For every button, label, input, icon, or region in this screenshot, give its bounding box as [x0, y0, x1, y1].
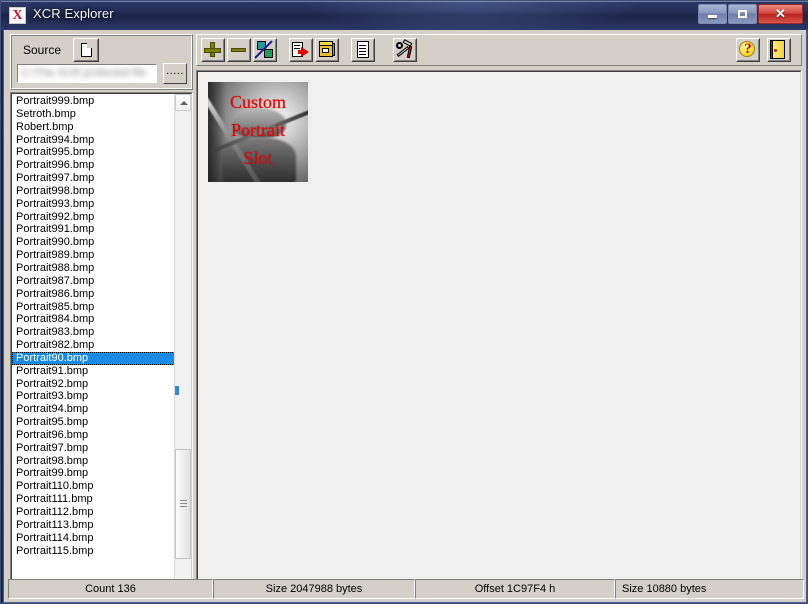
file-list-item[interactable]: Portrait112.bmp — [12, 506, 175, 519]
export-icon — [290, 39, 312, 61]
maximize-button[interactable] — [728, 4, 757, 24]
source-path-input[interactable]: C:\The XCR protected file — [17, 64, 157, 83]
file-list-item[interactable]: Portrait988.bmp — [12, 262, 175, 275]
file-list-item[interactable]: Portrait115.bmp — [12, 545, 175, 558]
exit-door-icon — [768, 39, 790, 61]
toolbar-separator — [381, 39, 382, 61]
scroll-up-button[interactable] — [175, 94, 191, 111]
file-list-item[interactable]: Portrait96.bmp — [12, 429, 175, 442]
source-file-button[interactable] — [73, 38, 99, 62]
toolbar-separator — [283, 39, 284, 61]
application-window: X XCR Explorer ✕ Source C:\The XCR prote… — [0, 0, 808, 604]
file-list-item[interactable]: Portrait997.bmp — [12, 172, 175, 185]
tools-icon — [394, 39, 416, 61]
file-list-item[interactable]: Portrait91.bmp — [12, 365, 175, 378]
status-offset: Offset 1C97F4 h — [415, 579, 615, 599]
close-icon: ✕ — [775, 6, 786, 21]
file-list-item[interactable]: Portrait994.bmp — [12, 134, 175, 147]
toolbar-info-button[interactable] — [351, 38, 375, 62]
file-list-item[interactable]: Portrait111.bmp — [12, 493, 175, 506]
minimize-icon — [699, 5, 726, 23]
status-bar: Count 136 Size 2047988 bytes Offset 1C97… — [8, 579, 804, 599]
file-list[interactable]: Portrait999.bmp Setroth.bmp Robert.bmp Port… — [12, 94, 175, 596]
file-list-item[interactable]: Portrait94.bmp — [12, 403, 175, 416]
file-list-item[interactable]: Portrait95.bmp — [12, 416, 175, 429]
minus-icon — [228, 39, 250, 61]
scrollbar-grip-icon — [180, 500, 187, 507]
toolbar-help-button[interactable]: ? — [736, 38, 760, 62]
toolbar: ? — [196, 34, 802, 66]
help-icon: ? — [737, 39, 759, 61]
swap-icon — [254, 39, 276, 61]
toolbar-add-button[interactable] — [201, 38, 225, 62]
document-icon — [352, 39, 374, 61]
file-list-item[interactable]: Portrait987.bmp — [12, 275, 175, 288]
file-list-scrollbar[interactable] — [174, 94, 191, 596]
file-list-item[interactable]: Portrait986.bmp — [12, 288, 175, 301]
file-list-item[interactable]: Robert.bmp — [12, 121, 175, 134]
file-list-item[interactable]: Portrait983.bmp — [12, 326, 175, 339]
toolbar-export-button[interactable] — [289, 38, 313, 62]
file-list-item[interactable]: Portrait985.bmp — [12, 301, 175, 314]
file-list-item[interactable]: Portrait110.bmp — [12, 480, 175, 493]
toolbar-separator — [345, 39, 346, 61]
file-list-item[interactable]: Portrait114.bmp — [12, 532, 175, 545]
file-list-item[interactable]: Portrait999.bmp — [12, 95, 175, 108]
file-list-item[interactable]: Portrait998.bmp — [12, 185, 175, 198]
source-group-box: Source C:\The XCR protected file ..... — [10, 34, 193, 90]
status-count: Count 136 — [8, 579, 213, 599]
file-list-item[interactable]: Portrait92.bmp — [12, 378, 175, 391]
status-entry-size: Size 10880 bytes — [615, 579, 804, 599]
chevron-up-icon — [180, 101, 188, 105]
browse-button[interactable]: ..... — [163, 63, 187, 84]
app-icon: X — [9, 7, 26, 24]
file-list-item[interactable]: Portrait99.bmp — [12, 467, 175, 480]
file-list-item[interactable]: Portrait991.bmp — [12, 223, 175, 236]
preview-panel: Custom Portrait Slot — [196, 70, 802, 598]
preview-panel-bevel: Custom Portrait Slot — [197, 71, 801, 597]
window-title: XCR Explorer — [33, 6, 114, 21]
status-total-size: Size 2047988 bytes — [213, 579, 415, 599]
file-list-item[interactable]: Portrait996.bmp — [12, 159, 175, 172]
toolbar-exit-button[interactable] — [767, 38, 791, 62]
plus-icon — [202, 39, 224, 61]
file-list-item[interactable]: Portrait93.bmp — [12, 390, 175, 403]
file-list-item[interactable]: Portrait982.bmp — [12, 339, 175, 352]
toolbar-tools-button[interactable] — [393, 38, 417, 62]
scrollbar-thumb[interactable] — [175, 449, 191, 559]
minimize-button[interactable] — [698, 4, 727, 24]
file-list-item[interactable]: Setroth.bmp — [12, 108, 175, 121]
file-list-item[interactable]: Portrait992.bmp — [12, 211, 175, 224]
package-icon — [316, 39, 338, 61]
title-bar[interactable]: X XCR Explorer ✕ — [1, 1, 808, 30]
maximize-icon — [729, 5, 756, 23]
toolbar-remove-button[interactable] — [227, 38, 251, 62]
source-path-value: C:\The XCR protected file — [21, 67, 147, 79]
file-list-item[interactable]: Portrait113.bmp — [12, 519, 175, 532]
toolbar-package-button[interactable] — [315, 38, 339, 62]
toolbar-replace-button[interactable] — [253, 38, 277, 62]
window-client-area: Source C:\The XCR protected file ..... P… — [3, 30, 807, 603]
file-list-item-selected[interactable]: Portrait90.bmp — [12, 351, 175, 365]
file-list-bevel: Portrait999.bmp Setroth.bmp Robert.bmp Port… — [11, 93, 192, 597]
file-list-item[interactable]: Portrait98.bmp — [12, 455, 175, 468]
file-list-item[interactable]: Portrait995.bmp — [12, 146, 175, 159]
scrollbar-selection-marker — [175, 386, 179, 395]
source-label: Source — [23, 43, 62, 57]
dialog-surface: Source C:\The XCR protected file ..... P… — [4, 30, 806, 602]
file-list-item[interactable]: Portrait990.bmp — [12, 236, 175, 249]
file-list-frame: Portrait999.bmp Setroth.bmp Robert.bmp Port… — [10, 92, 193, 598]
preview-image[interactable]: Custom Portrait Slot — [208, 82, 308, 182]
file-list-item[interactable]: Portrait984.bmp — [12, 313, 175, 326]
file-list-item[interactable]: Portrait989.bmp — [12, 249, 175, 262]
close-button[interactable]: ✕ — [758, 4, 803, 24]
title-bar-glow — [301, 1, 641, 29]
file-list-item[interactable]: Portrait993.bmp — [12, 198, 175, 211]
document-icon — [81, 43, 92, 57]
file-list-item[interactable]: Portrait97.bmp — [12, 442, 175, 455]
